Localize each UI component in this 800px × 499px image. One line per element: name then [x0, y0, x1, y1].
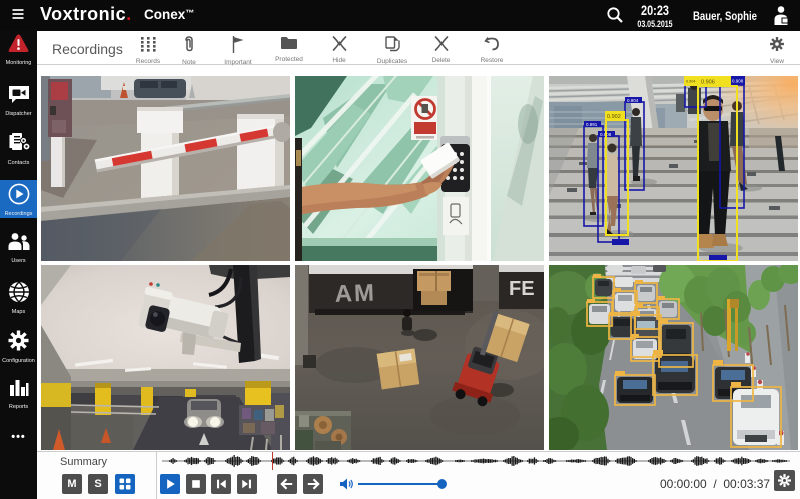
svg-text:FE: FE — [509, 278, 535, 300]
svg-text:0.904: 0.904 — [627, 98, 639, 103]
svg-text:0.891: 0.891 — [586, 122, 598, 127]
svg-text:0.906: 0.906 — [701, 80, 715, 86]
svg-text:AM: AM — [334, 280, 376, 308]
svg-text:0.904: 0.904 — [686, 80, 696, 84]
svg-text:0.902: 0.902 — [607, 114, 621, 120]
svg-text:0.908: 0.908 — [732, 79, 744, 84]
